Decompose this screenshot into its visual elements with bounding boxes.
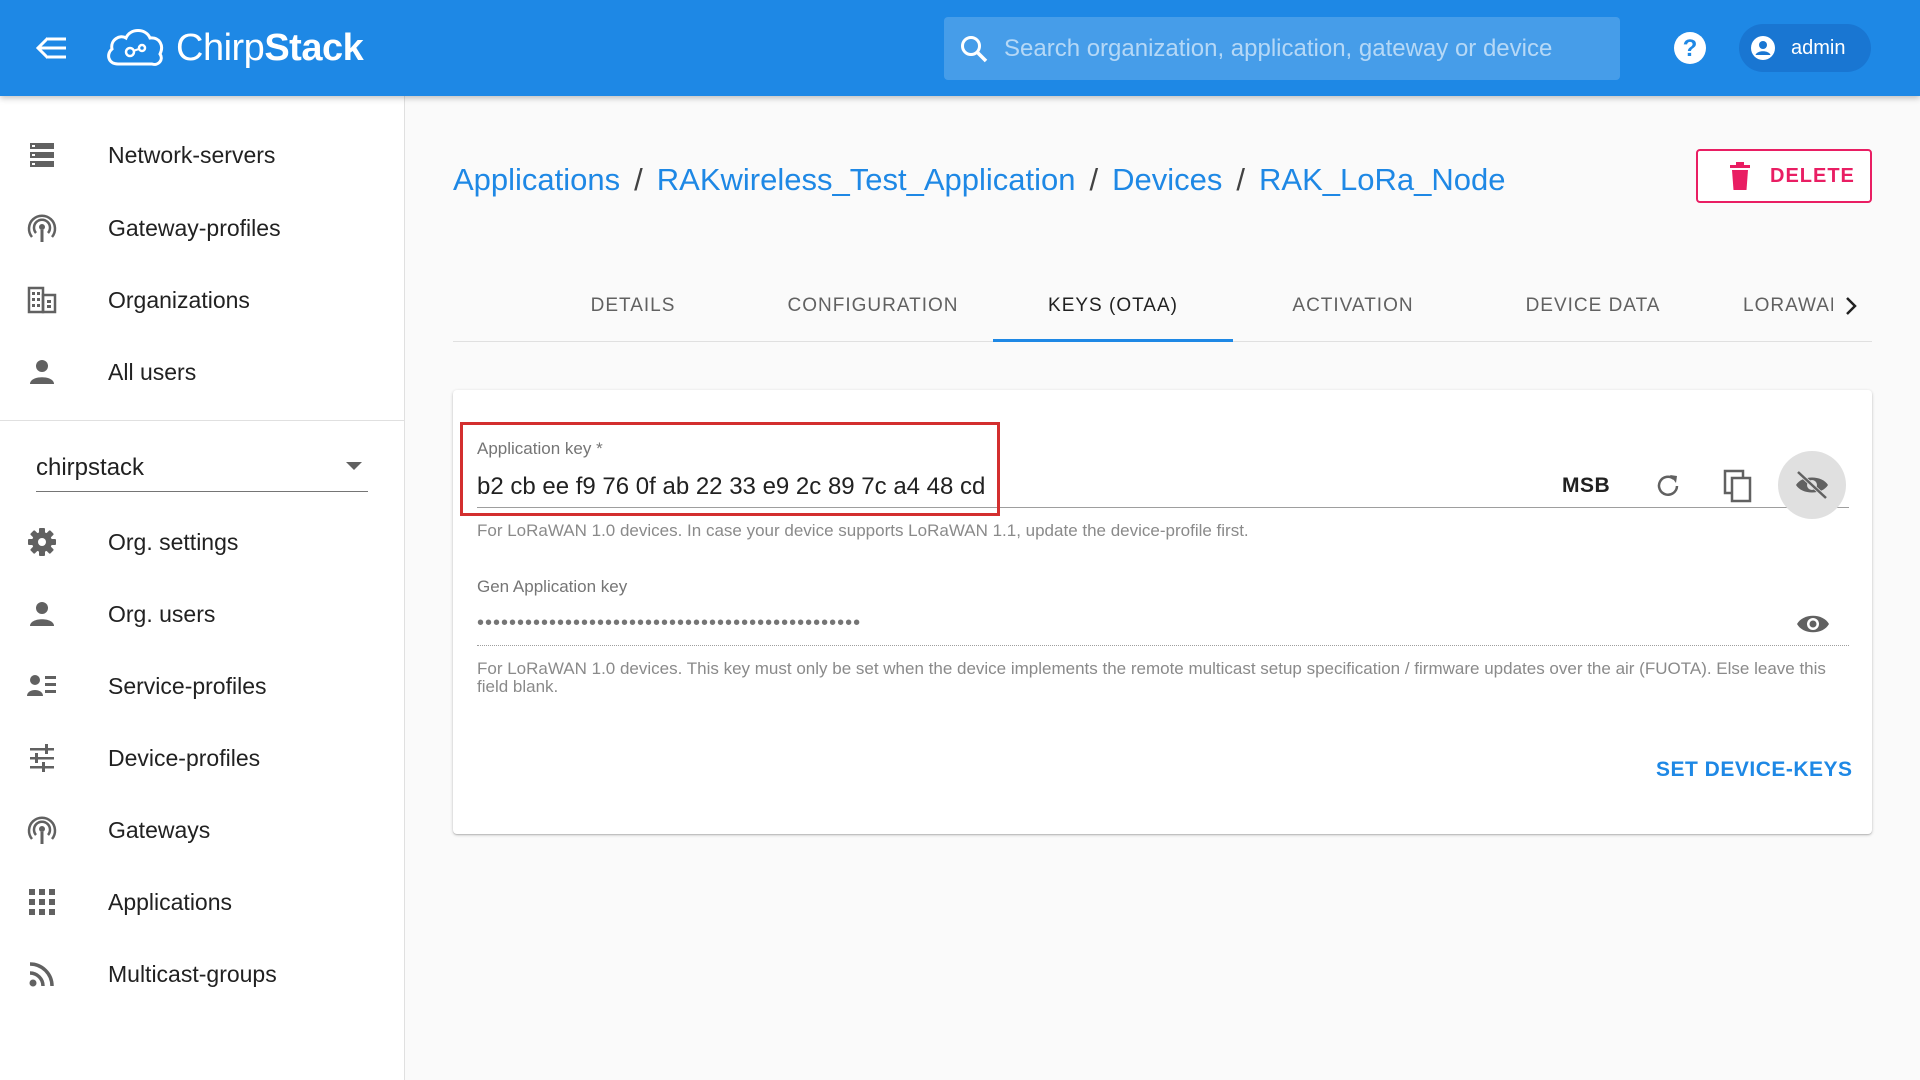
user-menu-button[interactable]: admin xyxy=(1739,24,1871,72)
tab-configuration[interactable]: CONFIGURATION xyxy=(753,270,993,342)
visibility-icon[interactable] xyxy=(1789,600,1837,648)
apps-grid-icon xyxy=(26,886,58,918)
breadcrumb-separator: / xyxy=(634,162,643,197)
sidebar-item-label: Gateway-profiles xyxy=(108,214,281,241)
username-label: admin xyxy=(1791,36,1846,59)
sidebar: Network-servers Gateway-profiles Organiz… xyxy=(0,96,405,1080)
help-icon[interactable]: ? xyxy=(1672,30,1708,66)
sidebar-item-label: Network-servers xyxy=(108,141,276,168)
visibility-off-icon[interactable] xyxy=(1778,451,1846,519)
sidebar-item-label: All users xyxy=(108,358,197,385)
breadcrumb-separator: / xyxy=(1236,162,1245,197)
search-input[interactable] xyxy=(994,34,1620,63)
gear-icon xyxy=(26,526,58,558)
top-app-bar: ChirpStack ? admin xyxy=(0,0,1920,96)
sidebar-item-label: Organizations xyxy=(108,286,250,313)
organization-select-value: chirpstack xyxy=(36,454,145,481)
sidebar-item-network-servers[interactable]: Network-servers xyxy=(0,121,404,189)
tab-keys-otaa[interactable]: KEYS (OTAA) xyxy=(993,270,1233,342)
app-name: ChirpStack xyxy=(176,26,364,69)
sidebar-item-gateway-profiles[interactable]: Gateway-profiles xyxy=(0,194,404,262)
gen-app-key-underline xyxy=(477,645,1849,646)
chevron-right-icon[interactable] xyxy=(1831,286,1871,326)
app-key-helper-text: For LoRaWAN 1.0 devices. In case your de… xyxy=(477,521,1249,540)
highlight-box xyxy=(460,422,1000,516)
tab-device-data[interactable]: DEVICE DATA xyxy=(1473,270,1713,342)
sidebar-item-label: Org. users xyxy=(108,600,216,627)
menu-collapse-icon[interactable] xyxy=(34,30,70,66)
sidebar-item-label: Gateways xyxy=(108,816,211,843)
active-tab-indicator xyxy=(993,339,1233,342)
chirpstack-logo[interactable]: ChirpStack xyxy=(104,18,364,78)
breadcrumb-devices[interactable]: Devices xyxy=(1112,162,1222,198)
gen-app-key-helper-text: For LoRaWAN 1.0 devices. This key must o… xyxy=(477,659,1826,696)
sidebar-item-all-users[interactable]: All users xyxy=(0,338,404,406)
byte-order-toggle[interactable]: MSB xyxy=(1562,474,1610,498)
sidebar-item-gateways[interactable]: Gateways xyxy=(0,796,404,864)
sliders-icon xyxy=(26,742,58,774)
gen-app-key-label: Gen Application key xyxy=(477,577,628,596)
person-icon xyxy=(26,598,58,630)
sidebar-item-label: Device-profiles xyxy=(108,744,261,771)
breadcrumb-separator: / xyxy=(1089,162,1099,197)
chevron-down-icon xyxy=(346,462,362,470)
sidebar-item-org-users[interactable]: Org. users xyxy=(0,580,404,648)
breadcrumb-applications[interactable]: Applications xyxy=(453,162,620,198)
svg-text:?: ? xyxy=(1683,35,1698,62)
sidebar-item-org-settings[interactable]: Org. settings xyxy=(0,508,404,576)
search-icon xyxy=(954,29,994,69)
tab-details[interactable]: DETAILS xyxy=(513,270,753,342)
sidebar-item-service-profiles[interactable]: Service-profiles xyxy=(0,652,404,720)
server-icon xyxy=(26,139,58,171)
trash-icon xyxy=(1730,162,1750,190)
sidebar-item-label: Service-profiles xyxy=(108,672,267,699)
cloud-logo-icon xyxy=(107,29,164,66)
breadcrumb-application[interactable]: RAKwireless_Test_Application xyxy=(657,162,1076,198)
sidebar-item-device-profiles[interactable]: Device-profiles xyxy=(0,724,404,792)
sidebar-item-label: Org. settings xyxy=(108,528,239,555)
antenna-icon xyxy=(26,212,58,244)
regenerate-icon[interactable] xyxy=(1644,462,1692,510)
rss-icon xyxy=(26,958,58,990)
global-search xyxy=(944,17,1620,80)
sidebar-item-label: Multicast-groups xyxy=(108,960,277,987)
tab-lorawan-frames[interactable]: LORAWAN FRAMES xyxy=(1743,270,1833,342)
sidebar-divider xyxy=(0,420,404,421)
organization-select[interactable]: chirpstack xyxy=(36,436,368,492)
antenna-icon xyxy=(26,814,58,846)
sidebar-item-organizations[interactable]: Organizations xyxy=(0,266,404,334)
set-device-keys-button[interactable]: SET DEVICE-KEYS xyxy=(1656,758,1853,782)
breadcrumb: Applications / RAKwireless_Test_Applicat… xyxy=(453,162,1505,198)
gen-app-key-input[interactable]: ••••••••••••••••••••••••••••••••••••••••… xyxy=(477,612,861,635)
copy-icon[interactable] xyxy=(1714,462,1762,510)
person-icon xyxy=(26,356,58,388)
sidebar-item-multicast-groups[interactable]: Multicast-groups xyxy=(0,940,404,1008)
tab-activation[interactable]: ACTIVATION xyxy=(1233,270,1473,342)
sidebar-item-label: Applications xyxy=(108,888,233,915)
account-circle-icon xyxy=(1751,36,1775,60)
breadcrumb-device[interactable]: RAK_LoRa_Node xyxy=(1259,162,1505,198)
sidebar-item-applications[interactable]: Applications xyxy=(0,868,404,936)
delete-button[interactable]: DELETE xyxy=(1696,149,1872,203)
device-tabs: DETAILS CONFIGURATION KEYS (OTAA) ACTIVA… xyxy=(453,270,1872,342)
building-icon xyxy=(26,284,58,316)
service-list-icon xyxy=(26,670,58,702)
delete-label: DELETE xyxy=(1770,164,1855,187)
